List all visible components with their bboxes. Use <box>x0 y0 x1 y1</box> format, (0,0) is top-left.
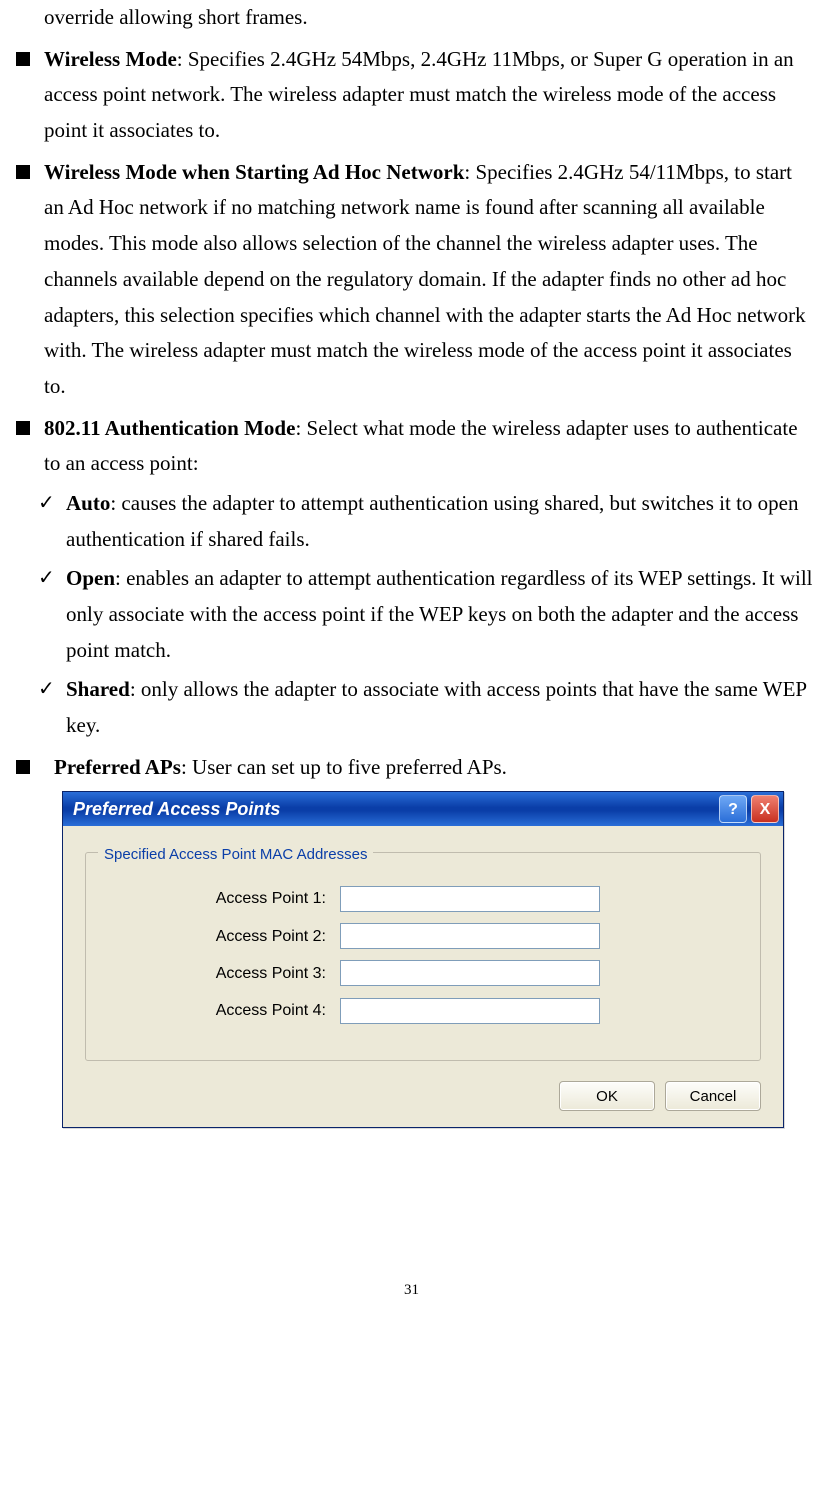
bullet-wireless-mode-adhoc: Wireless Mode when Starting Ad Hoc Netwo… <box>10 155 813 405</box>
preferred-aps-dialog: Preferred Access Points ? X Specified Ac… <box>62 791 784 1128</box>
groupbox-legend: Specified Access Point MAC Addresses <box>98 842 373 868</box>
desc: : User can set up to five preferred APs. <box>181 755 507 779</box>
bullet-text: 802.11 Authentication Mode: Select what … <box>44 411 813 482</box>
check-icon: ✓ <box>38 672 66 743</box>
titlebar-buttons: ? X <box>719 795 779 823</box>
square-bullet-icon <box>16 165 30 179</box>
ok-button[interactable]: OK <box>559 1081 655 1111</box>
square-bullet-icon <box>16 421 30 435</box>
dialog-title: Preferred Access Points <box>73 794 719 825</box>
check-text: Shared: only allows the adapter to assoc… <box>66 672 813 743</box>
desc: : only allows the adapter to associate w… <box>66 677 806 737</box>
dialog-body: Specified Access Point MAC Addresses Acc… <box>63 826 783 1127</box>
ap4-input[interactable] <box>340 998 600 1024</box>
check-shared: ✓ Shared: only allows the adapter to ass… <box>38 672 813 743</box>
term: Auto <box>66 491 110 515</box>
ap2-row: Access Point 2: <box>106 923 740 950</box>
cancel-button[interactable]: Cancel <box>665 1081 761 1111</box>
help-icon[interactable]: ? <box>719 795 747 823</box>
bullet-text: Preferred APs: User can set up to five p… <box>44 750 813 786</box>
dialog-titlebar[interactable]: Preferred Access Points ? X <box>63 792 783 826</box>
desc: : causes the adapter to attempt authenti… <box>66 491 799 551</box>
ap4-label: Access Point 4: <box>106 997 340 1024</box>
ap1-input[interactable] <box>340 886 600 912</box>
term: Shared <box>66 677 130 701</box>
ap2-label: Access Point 2: <box>106 923 340 950</box>
square-bullet-icon <box>16 760 30 774</box>
bullet-preferred-aps: Preferred APs: User can set up to five p… <box>10 750 813 786</box>
check-text: Auto: causes the adapter to attempt auth… <box>66 486 813 557</box>
term: Wireless Mode when Starting Ad Hoc Netwo… <box>44 160 464 184</box>
check-icon: ✓ <box>38 561 66 668</box>
check-icon: ✓ <box>38 486 66 557</box>
ap3-label: Access Point 3: <box>106 960 340 987</box>
ap3-row: Access Point 3: <box>106 960 740 987</box>
term: Open <box>66 566 115 590</box>
ap1-row: Access Point 1: <box>106 885 740 912</box>
bullet-auth-mode: 802.11 Authentication Mode: Select what … <box>10 411 813 482</box>
ap2-input[interactable] <box>340 923 600 949</box>
desc: : enables an adapter to attempt authenti… <box>66 566 813 661</box>
bullet-text: Wireless Mode when Starting Ad Hoc Netwo… <box>44 155 813 405</box>
term: Wireless Mode <box>44 47 177 71</box>
ap1-label: Access Point 1: <box>106 885 340 912</box>
check-open: ✓ Open: enables an adapter to attempt au… <box>38 561 813 668</box>
dialog-footer: OK Cancel <box>85 1081 761 1111</box>
close-icon[interactable]: X <box>751 795 779 823</box>
bullet-text: Wireless Mode: Specifies 2.4GHz 54Mbps, … <box>44 42 813 149</box>
mac-address-groupbox: Specified Access Point MAC Addresses Acc… <box>85 852 761 1061</box>
bullet-wireless-mode: Wireless Mode: Specifies 2.4GHz 54Mbps, … <box>10 42 813 149</box>
term: Preferred APs <box>54 755 181 779</box>
para-override: override allowing short frames. <box>44 0 813 36</box>
desc: : Specifies 2.4GHz 54/11Mbps, to start a… <box>44 160 806 398</box>
check-text: Open: enables an adapter to attempt auth… <box>66 561 813 668</box>
square-bullet-icon <box>16 52 30 66</box>
ap3-input[interactable] <box>340 960 600 986</box>
check-auto: ✓ Auto: causes the adapter to attempt au… <box>38 486 813 557</box>
ap4-row: Access Point 4: <box>106 997 740 1024</box>
term: 802.11 Authentication Mode <box>44 416 295 440</box>
page-number: 31 <box>10 1278 813 1324</box>
